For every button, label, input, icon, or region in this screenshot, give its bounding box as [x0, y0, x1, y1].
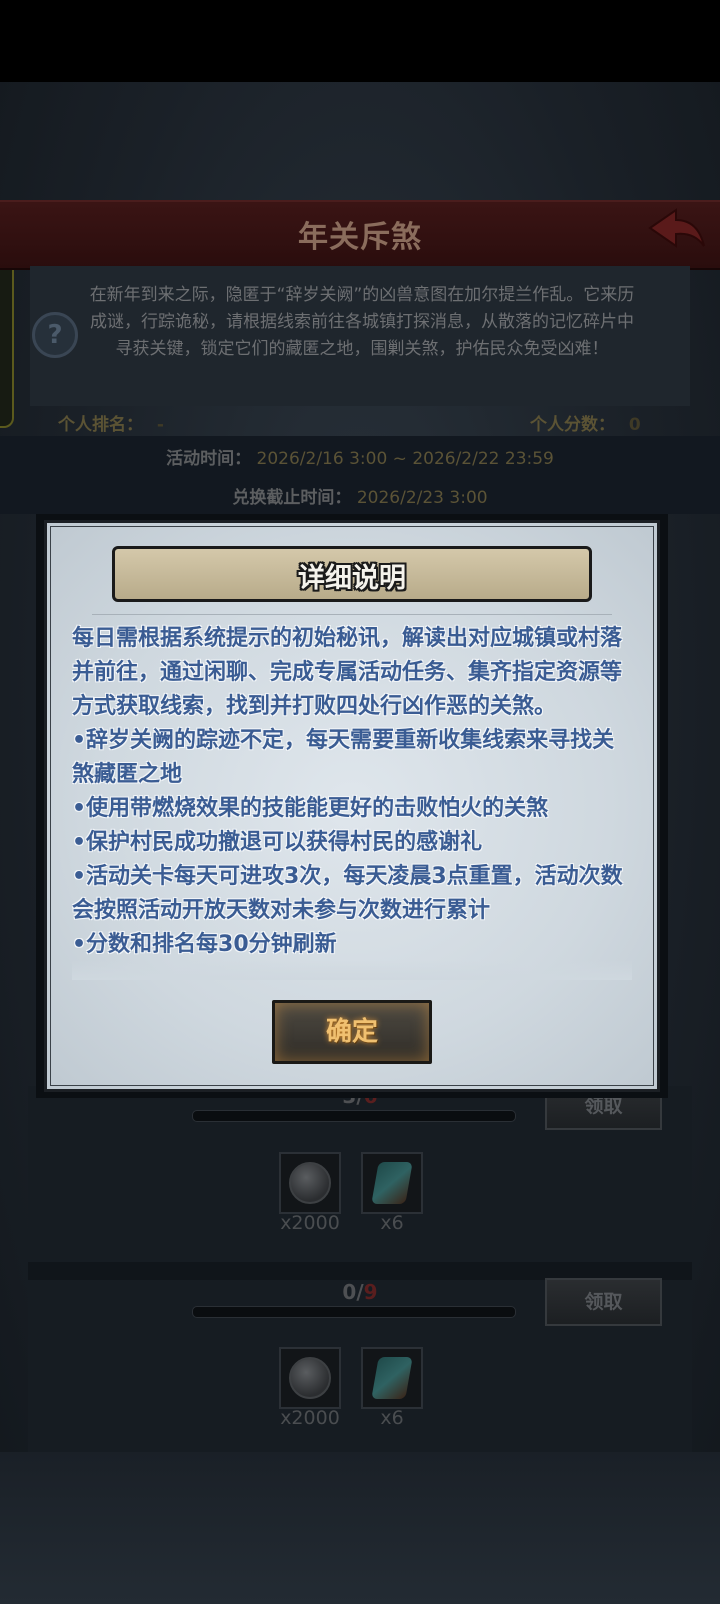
exchange-deadline: 兑换截止时间： 2026/2/23 3:00 [0, 483, 720, 508]
exchange-deadline-value: 2026/2/23 3:00 [356, 488, 488, 508]
teal-crystal-icon[interactable] [361, 1347, 423, 1409]
description-bullet: •活动关卡每天可进攻3次，每天凌晨3点重置，活动次数会按照活动开放天数对未参与次… [72, 864, 623, 923]
silver-coin-icon[interactable] [279, 1152, 341, 1214]
teal-crystal-icon[interactable] [361, 1152, 423, 1214]
item-count: x6 [380, 1212, 404, 1234]
score-value: 0 [628, 415, 641, 435]
modal-divider [92, 614, 612, 615]
rank-value: - [156, 415, 164, 435]
rank-row: 个人排名： - [58, 410, 164, 435]
exchange-deadline-label: 兑换截止时间： [232, 488, 352, 508]
bottom-area [0, 1452, 720, 1604]
help-icon[interactable]: ? [32, 312, 78, 358]
item-count: x6 [380, 1407, 404, 1429]
silver-coin-icon[interactable] [279, 1347, 341, 1409]
modal-title: 详细说明 [298, 563, 406, 594]
description-bullet: •分数和排名每30分钟刷新 [72, 932, 337, 957]
item-count: x2000 [280, 1212, 340, 1234]
progress-separator: / [356, 1280, 364, 1304]
description-paragraph: 每日需根据系统提示的初始秘讯，解读出对应城镇或村落并前往，通过闲聊、完成专属活动… [72, 626, 623, 719]
activity-time-label: 活动时间： [166, 449, 252, 469]
rank-label: 个人排名： [58, 415, 143, 435]
progress-bar [192, 1110, 516, 1122]
progress-current: 0 [342, 1280, 357, 1304]
scroll-fade [72, 960, 632, 980]
progress-bar [192, 1306, 516, 1318]
item-count: x2000 [280, 1407, 340, 1429]
description-bullet: •辞岁关阙的踪迹不定，每天需要重新收集线索来寻找关煞藏匿之地 [72, 728, 615, 787]
claim-button[interactable]: 领取 [545, 1278, 662, 1326]
back-arrow-icon[interactable] [646, 206, 708, 258]
modal-description[interactable]: 每日需根据系统提示的初始秘讯，解读出对应城镇或村落并前往，通过闲聊、完成专属活动… [72, 622, 632, 978]
activity-time: 活动时间： 2026/2/16 3:00 ~ 2026/2/22 23:59 [0, 444, 720, 469]
description-bullet: •保护村民成功撤退可以获得村民的感谢礼 [72, 830, 483, 855]
progress-max: 9 [363, 1280, 378, 1304]
reward-progress: 0/9 [330, 1280, 390, 1304]
confirm-button[interactable]: 确定 [272, 1000, 432, 1064]
intro-text: 在新年到来之际，隐匿于“辞岁关阙”的凶兽意图在加尔提兰作乱。它来历成谜，行踪诡秘… [89, 285, 635, 359]
description-bullet: •使用带燃烧效果的技能能更好的击败怕火的关煞 [72, 796, 549, 821]
score-label: 个人分数： [530, 415, 615, 435]
page-title: 年关斥煞 [298, 220, 422, 255]
score-row: 个人分数： 0 [530, 410, 641, 435]
activity-time-value: 2026/2/16 3:00 ~ 2026/2/22 23:59 [256, 449, 554, 469]
